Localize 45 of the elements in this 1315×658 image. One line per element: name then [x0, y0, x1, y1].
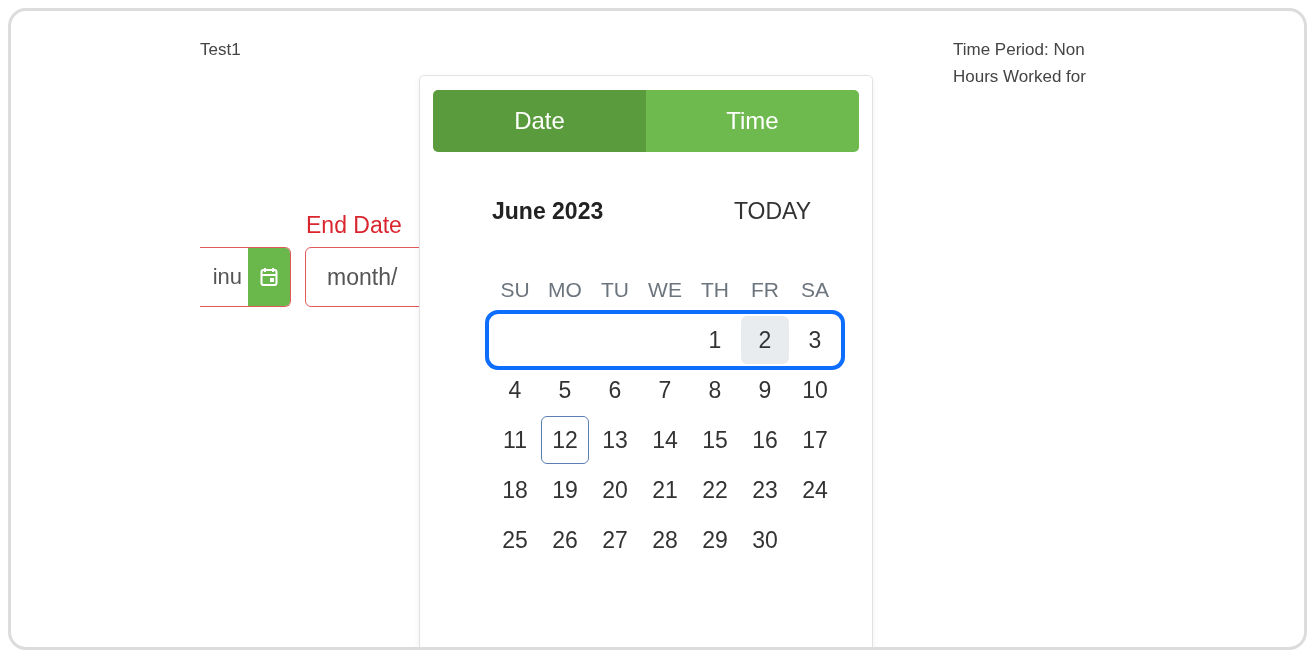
calendar-day[interactable]: 26 [541, 516, 589, 564]
calendar-icon [260, 267, 278, 287]
calendar-day[interactable]: 9 [741, 366, 789, 414]
calendar-day[interactable]: 30 [741, 516, 789, 564]
start-date-field[interactable]: inu [200, 247, 291, 307]
month-title[interactable]: June 2023 [492, 198, 604, 225]
calendar-day[interactable]: 18 [491, 466, 539, 514]
summary-text: Time Period: Non [953, 40, 1086, 60]
weekday-label: WE [648, 278, 682, 302]
calendar-day[interactable]: 20 [591, 466, 639, 514]
calendar-day[interactable]: 4 [491, 366, 539, 414]
today-button[interactable]: TODAY [733, 198, 811, 225]
form-title: Test1 [200, 40, 242, 61]
calendar-day[interactable]: 19 [541, 466, 589, 514]
calendar-day[interactable]: 6 [591, 366, 639, 414]
weekday-label: SA [801, 278, 829, 302]
end-date-label: End Date [306, 212, 403, 239]
calendar-day[interactable]: 14 [641, 416, 689, 464]
calendar-day[interactable]: 23 [741, 466, 789, 514]
calendar-day[interactable]: 2 [741, 316, 789, 364]
calendar-day[interactable]: 11 [491, 416, 539, 464]
calendar-day[interactable]: 16 [741, 416, 789, 464]
calendar-day[interactable]: 28 [641, 516, 689, 564]
calendar-day[interactable]: 21 [641, 466, 689, 514]
calendar-day[interactable]: 13 [591, 416, 639, 464]
calendar-day[interactable]: 22 [691, 466, 739, 514]
calendar-day[interactable]: 29 [691, 516, 739, 564]
weekday-label: TH [701, 278, 729, 302]
summary-text: Hours Worked for [953, 67, 1086, 87]
calendar-day[interactable]: 27 [591, 516, 639, 564]
weekday-label: MO [548, 278, 582, 302]
calendar-day[interactable]: 8 [691, 366, 739, 414]
weekday-label: FR [751, 278, 779, 302]
calendar-day[interactable]: 25 [491, 516, 539, 564]
calendar-day[interactable]: 15 [691, 416, 739, 464]
calendar-day[interactable]: 3 [791, 316, 839, 364]
calendar-day[interactable]: 1 [691, 316, 739, 364]
calendar-day[interactable]: 10 [791, 366, 839, 414]
calendar-day[interactable]: 24 [791, 466, 839, 514]
calendar-day[interactable]: 12 [541, 416, 589, 464]
calendar-day[interactable]: 17 [791, 416, 839, 464]
calendar-button[interactable] [248, 248, 290, 306]
calendar-day[interactable]: 5 [541, 366, 589, 414]
calendar-day[interactable]: 7 [641, 366, 689, 414]
weekday-label: TU [601, 278, 629, 302]
